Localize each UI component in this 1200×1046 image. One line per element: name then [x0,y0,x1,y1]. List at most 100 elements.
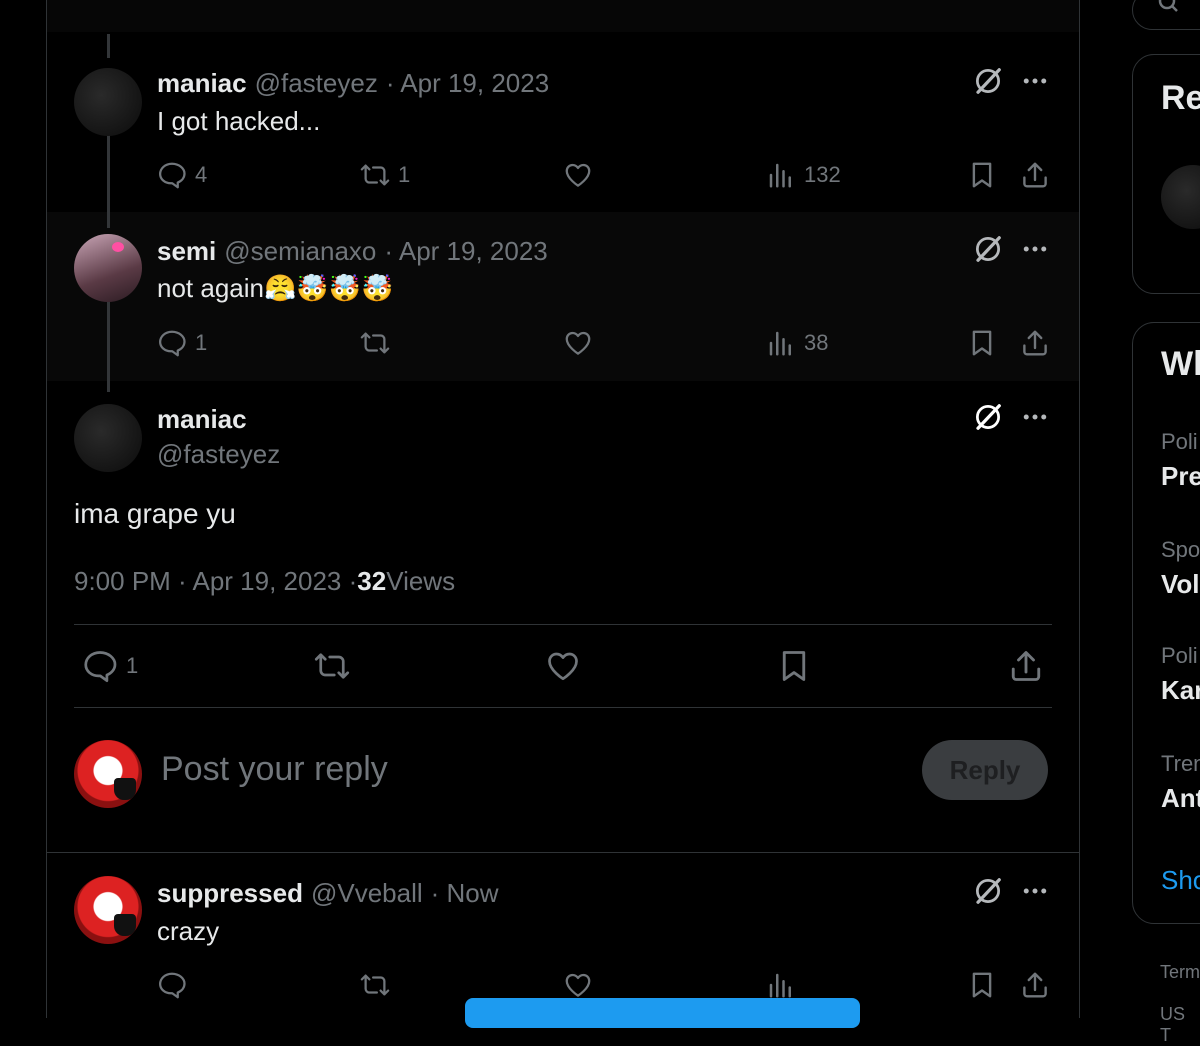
avatar[interactable] [74,234,142,302]
views-icon [766,160,796,190]
avatar[interactable] [74,876,142,944]
emoji-group: 😤🤯🤯🤯 [263,273,394,303]
bookmark-action[interactable] [967,160,997,190]
like-action[interactable] [563,970,593,1000]
reply-action[interactable]: 1 [157,328,207,358]
show-more-link[interactable]: Sho [1161,865,1200,896]
more-button[interactable] [1020,66,1050,96]
bookmark-action[interactable] [967,970,997,1000]
search-box[interactable] [1132,0,1200,30]
thread-line [107,300,110,392]
card-title: Re [1161,79,1200,117]
avatar-detail [114,914,136,936]
author-handle[interactable]: @semianaxo [224,236,376,267]
trend-title[interactable]: Kar [1161,675,1200,706]
avatar[interactable] [74,68,142,136]
like-action[interactable] [563,160,593,190]
more-icon [1020,234,1050,264]
repost-action[interactable]: 1 [360,160,410,190]
reply-action[interactable]: 4 [157,160,207,190]
divider [74,624,1052,625]
avatar[interactable] [74,740,142,808]
author-name[interactable]: maniac [157,68,247,99]
search-icon [1158,0,1178,12]
card-title: Wh [1161,345,1200,383]
like-action[interactable] [545,648,581,684]
views-count: 132 [804,162,841,187]
repost-count: 1 [398,162,411,187]
heart-icon [563,328,593,358]
views-action[interactable]: 132 [766,160,841,190]
post-text: crazy [157,916,220,946]
avatar[interactable] [74,404,142,472]
grok-icon [973,66,1003,96]
views-icon [766,328,796,358]
heart-icon [563,970,593,1000]
heart-icon [563,160,593,190]
grok-icon [973,876,1003,906]
footer-link[interactable]: Term [1160,962,1200,983]
more-button[interactable] [1020,876,1050,906]
trend-category: Poli [1161,429,1198,454]
bookmark-action[interactable] [967,328,997,358]
trend-category: Spo [1161,537,1200,562]
post-date[interactable]: · Now [431,878,499,909]
trend-category: Tren [1161,751,1200,776]
views-count: 38 [804,330,829,355]
bookmark-icon [967,160,997,190]
bookmark-icon [967,970,997,1000]
trend-title[interactable]: Ant [1161,783,1200,814]
reply-action[interactable] [157,970,187,1000]
grok-button[interactable] [973,402,1003,432]
reply-icon [157,970,187,1000]
footer-link[interactable]: US T [1160,1004,1200,1046]
trend-title[interactable]: Pre [1161,461,1200,492]
author-handle[interactable]: @fasteyez [157,439,280,470]
timestamp-text[interactable]: 9:00 PM · Apr 19, 2023 · [74,566,357,597]
post-date[interactable]: · Apr 19, 2023 [386,68,549,99]
grok-icon [973,402,1003,432]
post-date[interactable]: · Apr 19, 2023 [384,236,547,267]
trend-title[interactable]: Vol [1161,569,1200,600]
more-icon [1020,876,1050,906]
top-header-fade [47,0,1079,32]
author-handle[interactable]: @Vveball [311,878,423,909]
post-text-body: not again [157,273,264,303]
reply-input[interactable]: Post your reply [161,750,388,789]
bookmark-action[interactable] [776,648,812,684]
grok-button[interactable] [973,876,1003,906]
new-posts-pill[interactable] [465,998,860,1028]
author-name[interactable]: semi [157,236,216,267]
share-action[interactable] [1020,328,1050,358]
share-action[interactable] [1020,160,1050,190]
reply-count: 4 [195,162,208,187]
post-text: not again 😤🤯🤯🤯 [157,273,393,304]
reply-button[interactable]: Reply [922,740,1048,800]
share-icon [1020,970,1050,1000]
grok-icon [973,234,1003,264]
grok-button[interactable] [973,66,1003,96]
more-icon [1020,402,1050,432]
more-button[interactable] [1020,234,1050,264]
divider [74,707,1052,708]
heart-icon [545,648,581,684]
reply-action[interactable]: 1 [82,648,138,684]
share-action[interactable] [1020,970,1050,1000]
avatar[interactable] [1161,165,1200,229]
views-action[interactable] [766,970,796,1000]
author-name[interactable]: suppressed [157,878,303,909]
repost-action[interactable] [314,648,350,684]
author-name[interactable]: maniac [157,404,247,435]
like-action[interactable] [563,328,593,358]
share-icon [1008,648,1044,684]
grok-button[interactable] [973,234,1003,264]
views-action[interactable]: 38 [766,328,828,358]
repost-action[interactable] [360,328,390,358]
post-header: suppressed @Vveball · Now [157,878,499,909]
repost-action[interactable] [360,970,390,1000]
more-button[interactable] [1020,402,1050,432]
author-handle[interactable]: @fasteyez [255,68,378,99]
share-action[interactable] [1008,648,1044,684]
reply-count: 1 [195,330,208,355]
whats-happening-card: Wh Poli Pre Spo Vol Poli Kar Tren Ant Sh… [1132,322,1200,924]
